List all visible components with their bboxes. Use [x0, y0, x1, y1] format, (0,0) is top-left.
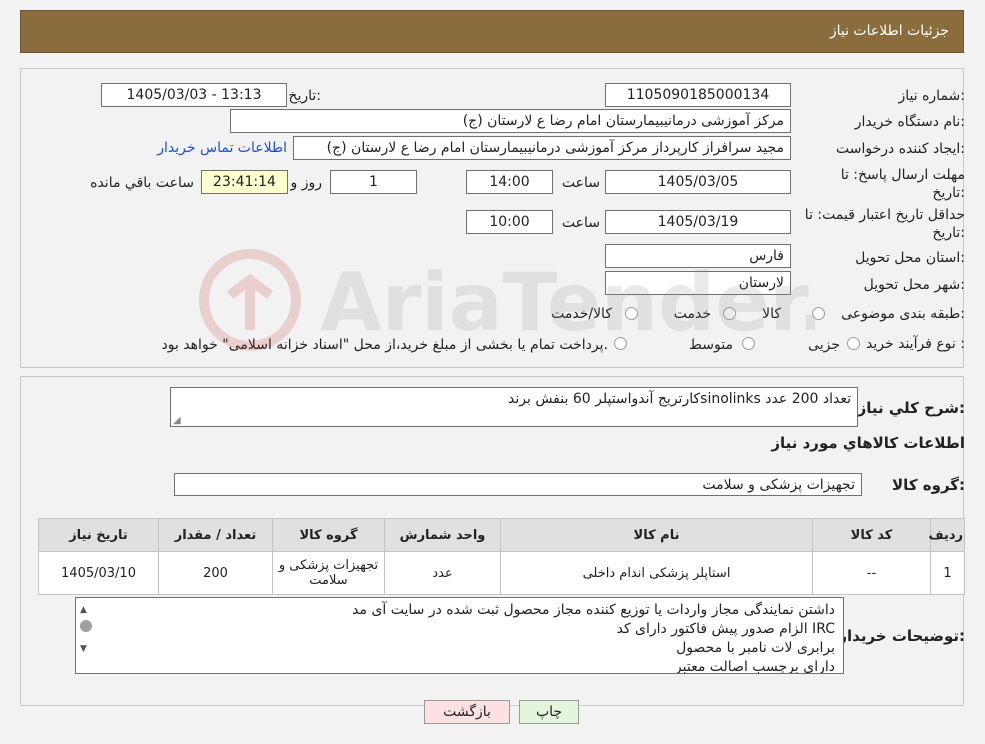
col-header-quantity: تعداد / مقدار	[158, 518, 273, 552]
category-option-service: خدمت	[673, 306, 711, 322]
table-row: 1 -- استاپلر پزشکی اندام داخلی عدد تجهیز…	[38, 551, 965, 595]
notes-line: داشتن نمایندگی مجاز واردات یا توزیع کنند…	[352, 602, 835, 618]
col-header-group: گروه کالا	[272, 518, 385, 552]
deadline-time-label: ساعت	[561, 175, 600, 191]
cell-quantity: 200	[158, 551, 273, 595]
city-label: شهر محل تحويل:	[863, 277, 965, 293]
need-number-field: 1105090185000134	[605, 83, 791, 107]
buyer-notes-label: توضيحات خريدار:	[838, 627, 965, 645]
validity-label: حداقل تاريخ اعتبار قيمت: تا تاريخ:	[785, 206, 965, 242]
cell-row-number: 1	[930, 551, 965, 595]
buyer-notes-field: ▲ ▼ داشتن نمایندگی مجاز واردات یا توزیع …	[75, 597, 844, 674]
category-label: طبقه بندی موضوعی:	[841, 306, 965, 322]
cell-unit: عدد	[384, 551, 501, 595]
summary-text: کارتریج آندواستپلر 60 بنفش برندsinolinks…	[508, 391, 851, 407]
resize-grip-icon[interactable]: ◢	[173, 416, 181, 426]
summary-field: کارتریج آندواستپلر 60 بنفش برندsinolinks…	[170, 387, 858, 427]
validity-label-text: حداقل تاريخ اعتبار قيمت: تا تاريخ:	[804, 207, 965, 241]
cell-item-code: --	[812, 551, 931, 595]
notes-line: الزام صدور پیش فاکتور دارای کد IRC	[616, 621, 835, 637]
summary-label: شرح کلي نياز:	[857, 399, 965, 417]
process-radio-medium[interactable]	[742, 337, 755, 350]
need-number-label: شماره نیاز:	[898, 88, 965, 104]
creator-label: ايجاد کننده درخواست:	[836, 141, 965, 157]
days-label: روز و	[290, 175, 323, 191]
announce-date-field: 1405/03/03 - 13:13	[101, 83, 287, 107]
cell-item-name: استاپلر پزشکی اندام داخلی	[500, 551, 813, 595]
province-label: استان محل تحويل:	[855, 250, 965, 266]
notes-line: دارای برچسب اصالت معتبر	[674, 659, 835, 674]
category-radio-goods[interactable]	[812, 307, 825, 320]
cell-group: تجهیزات پزشکی و سلامت	[272, 551, 385, 595]
city-field: لارستان	[605, 271, 791, 295]
back-button[interactable]: بازگشت	[424, 700, 510, 724]
goods-group-label: گروه کالا:	[892, 476, 965, 494]
deadline-label-text: مهلت ارسال پاسخ: تا تاريخ:	[840, 167, 965, 201]
category-option-goods: کالا	[762, 306, 781, 322]
items-table-header: رديف کد کالا نام کالا واحد شمارش گروه کا…	[38, 518, 965, 552]
notes-scrollbar[interactable]: ▲ ▼	[76, 598, 96, 673]
days-field: 1	[330, 170, 417, 194]
print-button[interactable]: چاپ	[519, 700, 579, 724]
process-option-minor: جزیی	[808, 337, 840, 353]
deadline-time-field: 14:00	[466, 170, 553, 194]
goods-section-title: اطلاعات کالاهاي مورد نياز	[771, 434, 965, 452]
cell-need-date: 1405/03/10	[38, 551, 159, 595]
page-header: جزئیات اطلاعات نیاز	[20, 10, 964, 53]
category-option-goods-service: کالا/خدمت	[551, 306, 612, 322]
scroll-thumb[interactable]	[80, 620, 92, 632]
creator-field: مجید سرافراز کارپرداز مرکز آموزشی درمانی…	[293, 136, 791, 160]
col-header-need-date: تاريخ نياز	[38, 518, 159, 552]
category-radio-goods-service[interactable]	[625, 307, 638, 320]
buyer-contact-link[interactable]: اطلاعات تماس خريدار	[157, 140, 287, 156]
deadline-label: مهلت ارسال پاسخ: تا تاريخ:	[815, 166, 965, 202]
category-radio-service[interactable]	[723, 307, 736, 320]
process-treasury-note: پرداخت تمام يا بخشی از مبلغ خريد،از محل …	[161, 337, 608, 353]
goods-group-field: تجهیزات پزشکی و سلامت	[174, 473, 862, 496]
buyer-org-field: مرکز آموزشی درمانیبیمارستان امام رضا ع ل…	[230, 109, 791, 133]
validity-time-field: 10:00	[466, 210, 553, 234]
buyer-org-label: نام دستگاه خريدار:	[854, 114, 965, 130]
col-header-item-name: نام کالا	[500, 518, 813, 552]
page-title: جزئیات اطلاعات نیاز	[829, 23, 949, 39]
province-field: فارس	[605, 244, 791, 268]
remaining-time-label: ساعت باقي مانده	[90, 175, 194, 191]
col-header-row-number: رديف	[928, 518, 965, 552]
validity-time-label: ساعت	[561, 215, 600, 231]
process-radio-minor[interactable]	[847, 337, 860, 350]
items-table-wrapper: رديف کد کالا نام کالا واحد شمارش گروه کا…	[38, 518, 965, 595]
items-table: رديف کد کالا نام کالا واحد شمارش گروه کا…	[38, 518, 965, 595]
scroll-up-icon[interactable]: ▲	[80, 601, 87, 620]
scroll-down-icon[interactable]: ▼	[80, 640, 87, 659]
deadline-date-field: 1405/03/05	[605, 170, 791, 194]
process-type-label: نوع فرآيند خريد :	[866, 336, 965, 352]
process-option-medium: متوسط	[689, 337, 733, 353]
remaining-time-field: 23:41:14	[201, 170, 288, 194]
notes-line: برابری لات نامبر با محصول	[676, 640, 835, 656]
col-header-unit: واحد شمارش	[384, 518, 501, 552]
validity-date-field: 1405/03/19	[605, 210, 791, 234]
process-radio-treasury[interactable]	[614, 337, 627, 350]
col-header-item-code: کد کالا	[812, 518, 931, 552]
